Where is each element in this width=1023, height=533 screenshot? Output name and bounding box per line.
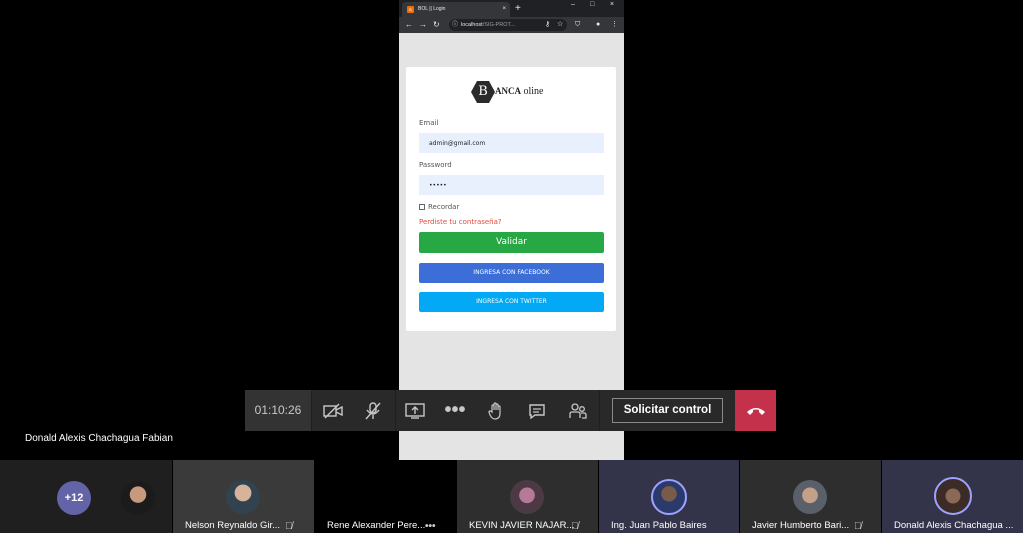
twitter-login-button[interactable]: INGRESA CON TWITTER bbox=[419, 292, 604, 312]
participant-tile[interactable]: Ing. Juan Pablo Baires bbox=[599, 460, 739, 533]
more-icon[interactable]: ••• bbox=[435, 390, 475, 431]
call-timer: 01:10:26 bbox=[245, 390, 311, 431]
hang-up-button[interactable] bbox=[735, 390, 776, 431]
participant-tile[interactable]: KEVIN JAVIER NAJAR... 🎙̸ bbox=[457, 460, 598, 533]
participant-name: Donald Alexis Chachagua ... bbox=[894, 520, 1014, 531]
raise-hand-icon[interactable] bbox=[476, 390, 516, 431]
meeting-control-bar: 01:10:26 ••• Solicitar control bbox=[245, 390, 776, 431]
more-icon[interactable]: ••• bbox=[425, 521, 436, 532]
meeting-stage: B BOL || Login × + – □ × ← → ↻ ⓘ localho… bbox=[0, 0, 1023, 533]
profile-icon[interactable]: ● bbox=[596, 19, 600, 31]
avatar bbox=[651, 479, 687, 515]
reload-icon[interactable]: ↻ bbox=[433, 19, 440, 31]
avatar bbox=[510, 480, 544, 514]
back-icon[interactable]: ← bbox=[405, 19, 413, 31]
logo-text: ANCA oline bbox=[495, 86, 544, 97]
favicon-icon: B bbox=[407, 6, 414, 13]
share-screen-icon[interactable] bbox=[395, 390, 435, 431]
separator bbox=[599, 390, 600, 431]
remember-label: Recordar bbox=[428, 203, 460, 211]
request-control-button[interactable]: Solicitar control bbox=[612, 398, 723, 423]
extension-icon[interactable]: ⛉ bbox=[575, 19, 580, 31]
participant-name: KEVIN JAVIER NAJAR... bbox=[469, 520, 575, 531]
key-icon[interactable]: ⚷ bbox=[545, 19, 550, 31]
login-card: B ANCA oline Email Password Recordar Per… bbox=[406, 67, 616, 331]
participant-tile[interactable]: Donald Alexis Chachagua ... bbox=[882, 460, 1023, 533]
remember-checkbox[interactable] bbox=[419, 204, 425, 210]
camera-off-icon[interactable] bbox=[313, 390, 353, 431]
browser-tab-bar: B BOL || Login × + – □ × bbox=[399, 0, 624, 17]
logo-rest: oline bbox=[521, 86, 544, 97]
participant-tile[interactable]: Rene Alexander Pere... ••• bbox=[315, 460, 456, 533]
new-tab-icon[interactable]: + bbox=[515, 1, 521, 16]
presenter-name: Donald Alexis Chachagua Fabian bbox=[25, 433, 173, 444]
participant-name: Javier Humberto Bari... bbox=[752, 520, 850, 531]
browser-menu-icon[interactable]: ⋮ bbox=[611, 19, 618, 31]
participant-tile[interactable]: Nelson Reynaldo Gir... 🎙̸ bbox=[173, 460, 314, 533]
participant-name: Rene Alexander Pere... bbox=[327, 520, 426, 531]
mic-off-icon: 🎙̸ bbox=[854, 521, 862, 532]
avatar bbox=[934, 477, 972, 515]
forgot-password-link[interactable]: Perdiste tu contraseña? bbox=[419, 218, 502, 226]
window-close-icon[interactable]: × bbox=[610, 0, 614, 10]
password-label: Password bbox=[419, 161, 452, 169]
participant-strip: +12 Nelson Reynaldo Gir... 🎙̸ Rene Alexa… bbox=[0, 460, 1023, 533]
logo-bold: ANCA bbox=[495, 86, 521, 96]
facebook-login-button[interactable]: INGRESA CON FACEBOOK bbox=[419, 263, 604, 283]
url-host: localhost bbox=[461, 22, 483, 28]
avatar bbox=[121, 481, 155, 515]
mic-off-icon[interactable] bbox=[353, 390, 393, 431]
minimize-icon[interactable]: – bbox=[571, 0, 575, 10]
mic-off-icon: 🎙̸ bbox=[571, 521, 579, 532]
hang-up-icon bbox=[735, 390, 776, 431]
email-field[interactable] bbox=[419, 133, 604, 153]
participant-name: Ing. Juan Pablo Baires bbox=[611, 520, 707, 531]
tab-close-icon[interactable]: × bbox=[502, 2, 506, 17]
overflow-tile[interactable]: +12 bbox=[0, 460, 172, 533]
separator bbox=[311, 390, 312, 431]
remember-row: Recordar bbox=[419, 203, 459, 211]
url-path: /SIG-PROT... bbox=[482, 22, 515, 28]
site-info-icon[interactable]: ⓘ bbox=[452, 19, 458, 31]
password-field[interactable] bbox=[419, 175, 604, 195]
validar-button[interactable]: Validar bbox=[419, 232, 604, 253]
browser-toolbar: ← → ↻ ⓘ localhost/SIG-PROT... ⚷ ☆ ⛉ ● ⋮ bbox=[399, 17, 624, 33]
bookmark-star-icon[interactable]: ☆ bbox=[557, 19, 563, 31]
browser-tab[interactable]: B BOL || Login × bbox=[402, 2, 510, 17]
participant-tile[interactable]: Javier Humberto Bari... 🎙̸ bbox=[740, 460, 881, 533]
overflow-count[interactable]: +12 bbox=[57, 481, 91, 515]
tab-title: BOL || Login bbox=[418, 6, 446, 12]
email-label: Email bbox=[419, 119, 439, 127]
mic-off-icon: 🎙̸ bbox=[285, 521, 293, 532]
chat-icon[interactable] bbox=[517, 390, 557, 431]
forward-icon[interactable]: → bbox=[419, 19, 427, 31]
participants-icon[interactable] bbox=[558, 390, 598, 431]
participant-name: Nelson Reynaldo Gir... bbox=[185, 520, 281, 531]
maximize-icon[interactable]: □ bbox=[590, 0, 594, 10]
logo-hexagon: B bbox=[471, 80, 495, 104]
avatar bbox=[226, 480, 260, 514]
avatar bbox=[793, 480, 827, 514]
